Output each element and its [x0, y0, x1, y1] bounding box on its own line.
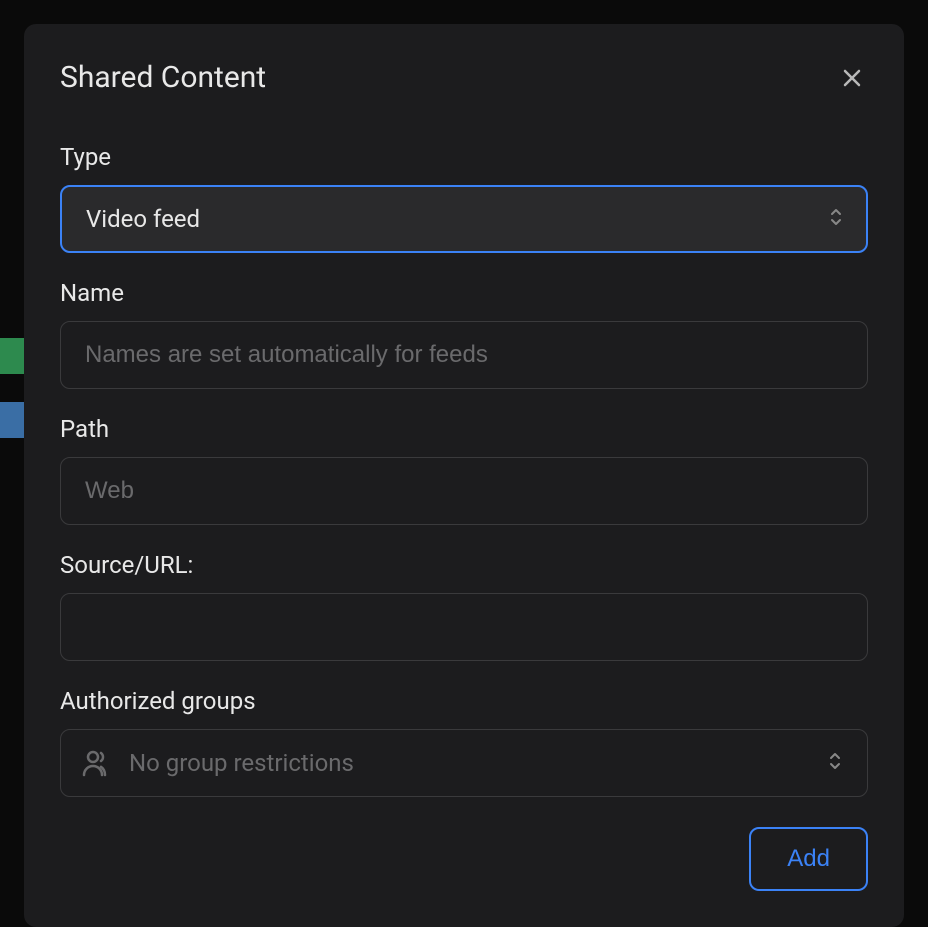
type-select[interactable]: Video feed [60, 185, 868, 253]
modal-header: Shared Content [60, 60, 868, 95]
source-label: Source/URL: [60, 551, 868, 579]
chevron-up-down-icon [827, 751, 843, 775]
add-button[interactable]: Add [749, 827, 868, 891]
path-input[interactable] [60, 457, 868, 525]
source-field-group: Source/URL: [60, 551, 868, 661]
modal-footer: Add [60, 827, 868, 891]
name-input[interactable] [60, 321, 868, 389]
type-field-group: Type Video feed [60, 143, 868, 253]
groups-label: Authorized groups [60, 687, 868, 715]
shared-content-modal: Shared Content Type Video feed Name [24, 24, 904, 927]
type-select-value: Video feed [86, 205, 200, 233]
name-field-group: Name [60, 279, 868, 389]
type-select-wrapper: Video feed [60, 185, 868, 253]
groups-select-placeholder: No group restrictions [129, 749, 354, 777]
name-label: Name [60, 279, 868, 307]
groups-field-group: Authorized groups No group restrictions [60, 687, 868, 797]
path-field-group: Path [60, 415, 868, 525]
close-button[interactable] [836, 62, 868, 94]
modal-title: Shared Content [60, 60, 266, 95]
source-input[interactable] [60, 593, 868, 661]
users-icon [81, 747, 113, 779]
groups-select[interactable]: No group restrictions [60, 729, 868, 797]
close-icon [840, 66, 864, 90]
type-label: Type [60, 143, 868, 171]
path-label: Path [60, 415, 868, 443]
